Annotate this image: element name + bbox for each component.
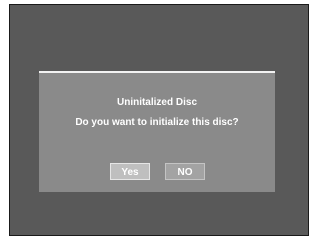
no-button[interactable]: NO	[165, 163, 205, 180]
dialog-question: Do you want to initialize this disc?	[75, 117, 239, 128]
yes-button[interactable]: Yes	[110, 163, 150, 180]
dialog-top-rule	[39, 71, 275, 73]
screen: Uninitalized Disc Do you want to initial…	[0, 0, 316, 240]
dialog-title: Uninitalized Disc	[116, 97, 197, 108]
initialize-disc-dialog: Uninitalized Disc Do you want to initial…	[39, 71, 275, 192]
